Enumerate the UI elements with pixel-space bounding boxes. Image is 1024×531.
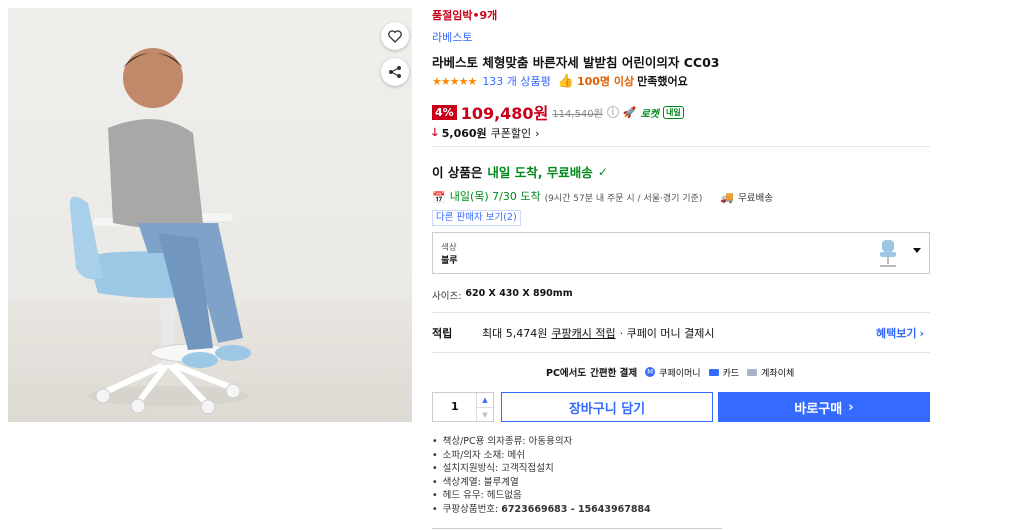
buy-now-label: 바로구매 bbox=[794, 401, 843, 417]
product-image bbox=[8, 8, 412, 422]
other-sellers-link[interactable]: 다른 판매자 보기(2) bbox=[432, 210, 521, 226]
free-shipping-label: 무료배송 bbox=[738, 193, 774, 204]
add-to-cart-button[interactable]: 장바구니 담기 bbox=[501, 392, 713, 422]
payment-title-prefix: PC에서도 bbox=[546, 368, 587, 379]
product-number-label: 쿠팡상품번호: bbox=[442, 503, 499, 515]
buy-now-button[interactable]: 바로구매 › bbox=[718, 392, 930, 422]
chair-thumbnail-icon bbox=[880, 240, 896, 267]
truck-icon: 🚚 bbox=[720, 190, 735, 204]
discount-badge: 4% bbox=[432, 104, 457, 120]
divider bbox=[432, 312, 930, 313]
product-number-value: 6723669683 - 15643967884 bbox=[501, 503, 651, 515]
delivery-date-note: (9시간 57분 내 주문 시 / 서울·경기 기준) bbox=[544, 193, 703, 204]
payment-row: PC에서도 간편한 결제 M 쿠페이머니 카드 계좌이체 bbox=[546, 365, 794, 379]
divider bbox=[432, 352, 930, 353]
quantity-input[interactable]: 1 bbox=[451, 400, 459, 413]
option-thumbnail bbox=[875, 237, 901, 269]
share-button[interactable] bbox=[381, 58, 409, 86]
option-label: 색상 bbox=[441, 243, 457, 253]
divider bbox=[432, 146, 930, 147]
product-photo-illustration bbox=[69, 48, 251, 415]
chevron-right-icon: › bbox=[919, 327, 925, 340]
coupon-row[interactable]: 🡓 5,060원 쿠폰할인 › bbox=[432, 124, 540, 143]
review-count-link[interactable]: 133 개 상품평 bbox=[482, 75, 550, 89]
size-label: 사이즈: bbox=[432, 291, 462, 302]
rocket-icon: 🚀 bbox=[622, 105, 637, 119]
payment-method-coupay: 쿠페이머니 bbox=[659, 368, 701, 379]
coupang-cash-link[interactable]: 쿠팡캐시 적립 bbox=[551, 327, 615, 341]
chevron-right-icon: › bbox=[535, 127, 540, 140]
spec-item: 색상계열: 블루계열 bbox=[432, 476, 651, 490]
quantity-decrease-button[interactable]: ▼ bbox=[477, 408, 493, 421]
delivery-headline-prefix: 이 상품은 bbox=[432, 165, 483, 180]
spec-item: 헤드 유무: 헤드없음 bbox=[432, 489, 651, 503]
calendar-icon: 📅 bbox=[432, 190, 446, 204]
heart-icon bbox=[388, 29, 402, 43]
delivery-headline: 이 상품은 내일 도착, 무료배송 ✓ bbox=[432, 162, 608, 181]
sale-price: 109,480원 bbox=[460, 104, 549, 123]
rocket-tomorrow-badge: 내일 bbox=[662, 105, 684, 119]
bank-transfer-icon bbox=[747, 368, 758, 376]
coupon-label: 쿠폰할인 bbox=[490, 126, 532, 140]
delivery-date: 내일(목) 7/30 도착 bbox=[449, 190, 541, 203]
satisfaction-text: 만족했어요 bbox=[637, 74, 688, 88]
checkmark-icon: ✓ bbox=[597, 164, 608, 179]
coupon-amount: 5,060원 bbox=[441, 126, 487, 140]
spec-item: 소파/의자 소재: 메쉬 bbox=[432, 449, 651, 463]
dropdown-caret-icon bbox=[913, 248, 921, 253]
coupay-money-icon: M bbox=[645, 367, 656, 377]
brand-link[interactable]: 라베스토 bbox=[432, 31, 472, 45]
product-title: 라베스토 체형맞춤 바른자세 발받침 어린이의자 CC03 bbox=[432, 55, 720, 70]
divider bbox=[432, 528, 722, 529]
add-to-cart-label: 장바구니 담기 bbox=[568, 401, 646, 417]
satisfaction-count: 100명 이상 bbox=[576, 74, 635, 88]
option-value: 블루 bbox=[441, 256, 458, 266]
spec-item: 설치지원방식: 고객직접설치 bbox=[432, 462, 651, 476]
info-icon[interactable]: i bbox=[606, 106, 619, 118]
quantity-increase-button[interactable]: ▲ bbox=[477, 393, 493, 408]
delivery-date-row: 📅 내일(목) 7/30 도착 (9시간 57분 내 주문 시 / 서울·경기 … bbox=[432, 190, 773, 204]
reward-text-suffix: · 쿠페이 머니 결제시 bbox=[619, 327, 715, 340]
reward-label: 적립 bbox=[432, 327, 453, 340]
rocket-label: 로켓 bbox=[640, 108, 659, 120]
size-row: 사이즈: 620 X 430 X 890mm bbox=[432, 288, 573, 302]
thumbs-up-icon: 👍 bbox=[557, 74, 574, 89]
rating-row: ★★★★★ 133 개 상품평 👍 100명 이상 만족했어요 bbox=[432, 74, 688, 89]
reward-text-prefix: 최대 5,474원 bbox=[482, 327, 548, 340]
price-row: 4% 109,480원 114,540원 i 🚀 로켓 내일 bbox=[432, 100, 684, 124]
chevron-right-icon: › bbox=[848, 399, 854, 415]
size-value: 620 X 430 X 890mm bbox=[465, 288, 573, 299]
payment-title: 간편한 결제 bbox=[590, 368, 638, 379]
card-icon bbox=[708, 368, 719, 376]
share-icon bbox=[389, 66, 401, 78]
sold-out-soon-badge: 품절임박•9개 bbox=[432, 9, 498, 22]
product-number-item: 쿠팡상품번호: 6723669683 - 15643967884 bbox=[432, 503, 651, 517]
delivery-headline-highlight: 내일 도착, 무료배송 bbox=[487, 165, 593, 180]
reward-text: 최대 5,474원 쿠팡캐시 적립 · 쿠페이 머니 결제시 bbox=[482, 327, 715, 341]
down-arrow-icon: 🡓 bbox=[432, 126, 438, 139]
quantity-stepper: 1 ▲ ▼ bbox=[432, 392, 494, 422]
spec-item: 책상/PC용 의자종류: 아동용의자 bbox=[432, 435, 651, 449]
wishlist-button[interactable] bbox=[381, 22, 409, 50]
payment-method-card: 카드 bbox=[722, 368, 740, 379]
benefit-link[interactable]: 혜택보기 › bbox=[876, 327, 924, 341]
benefit-link-label: 혜택보기 bbox=[876, 327, 917, 340]
color-option-select[interactable]: 색상 블루 bbox=[432, 232, 930, 274]
rating-stars: ★★★★★ bbox=[432, 75, 477, 88]
spec-list: 책상/PC용 의자종류: 아동용의자 소파/의자 소재: 메쉬 설치지원방식: … bbox=[432, 435, 651, 516]
original-price: 114,540원 bbox=[552, 108, 603, 120]
payment-method-bank: 계좌이체 bbox=[761, 368, 795, 379]
quantity-controls: ▲ ▼ bbox=[476, 393, 493, 421]
